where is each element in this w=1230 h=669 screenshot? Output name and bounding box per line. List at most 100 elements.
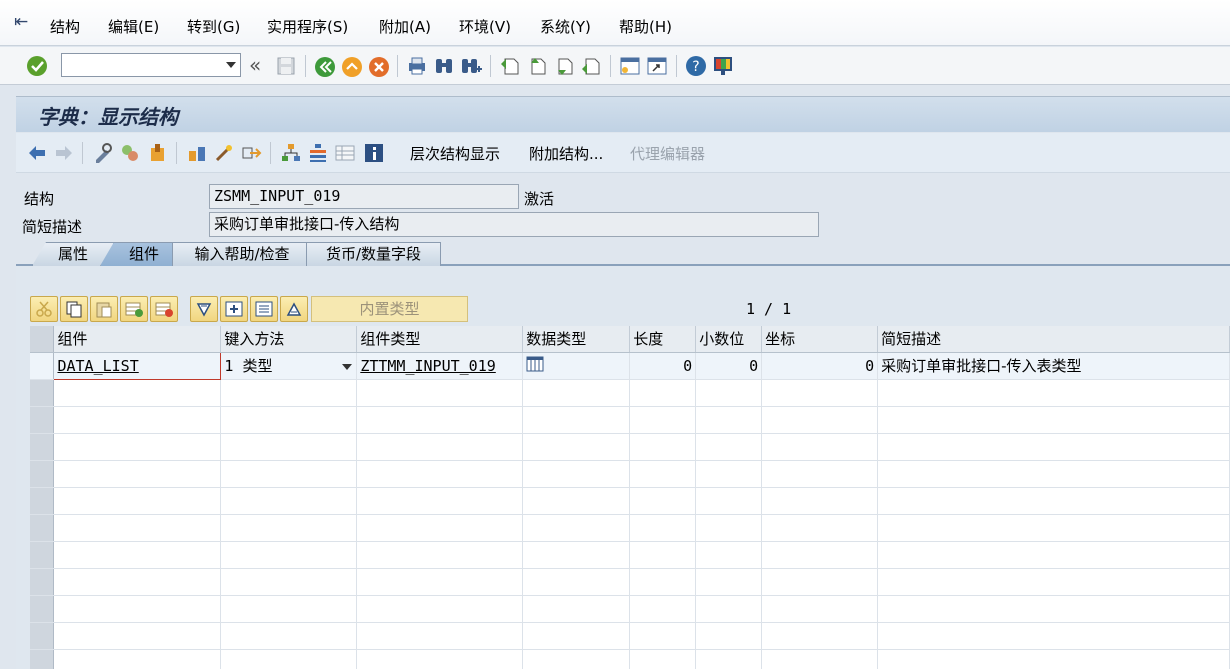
empty-cell[interactable] (877, 541, 1230, 569)
cancel-icon[interactable] (368, 56, 390, 78)
empty-cell[interactable] (761, 433, 879, 461)
empty-cell[interactable] (53, 433, 222, 461)
empty-cell[interactable] (356, 649, 524, 669)
empty-cell[interactable] (877, 514, 1230, 542)
empty-cell[interactable] (695, 595, 763, 623)
collapse-icon[interactable]: « (249, 55, 271, 77)
row-selector[interactable] (30, 352, 55, 380)
empty-cell[interactable] (53, 649, 222, 669)
customize-layout-icon[interactable] (712, 55, 734, 77)
empty-cell[interactable] (220, 622, 358, 650)
column-header-typing-method[interactable]: 键入方法 (220, 326, 358, 353)
empty-cell[interactable] (356, 379, 524, 407)
row-selector[interactable] (30, 460, 55, 488)
empty-cell[interactable] (761, 406, 879, 434)
info-icon[interactable] (363, 142, 385, 164)
command-field[interactable] (61, 53, 241, 77)
empty-cell[interactable] (877, 622, 1230, 650)
empty-cell[interactable] (695, 487, 763, 515)
new-session-icon[interactable] (619, 55, 641, 77)
table-row-empty[interactable] (30, 649, 1230, 669)
empty-cell[interactable] (53, 460, 222, 488)
paste-icon[interactable] (90, 296, 118, 322)
empty-cell[interactable] (522, 595, 631, 623)
component-name-cell[interactable]: DATA_LIST (53, 351, 222, 380)
empty-cell[interactable] (761, 622, 879, 650)
check-icon[interactable] (146, 142, 168, 164)
row-selector[interactable] (30, 514, 55, 542)
empty-cell[interactable] (761, 379, 879, 407)
shortcut-icon[interactable] (646, 55, 668, 77)
empty-cell[interactable] (356, 460, 524, 488)
sort-down-icon[interactable] (190, 296, 218, 322)
empty-cell[interactable] (695, 568, 763, 596)
row-selector-header[interactable] (30, 326, 55, 353)
menu-structure[interactable]: 结构 (50, 16, 80, 38)
insert-row-icon[interactable] (120, 296, 148, 322)
empty-cell[interactable] (695, 379, 763, 407)
empty-cell[interactable] (53, 406, 222, 434)
back-arrow-icon[interactable] (26, 142, 48, 164)
empty-cell[interactable] (356, 622, 524, 650)
empty-cell[interactable] (629, 460, 697, 488)
copy-icon[interactable] (60, 296, 88, 322)
empty-cell[interactable] (53, 487, 222, 515)
menu-goto[interactable]: 转到(G) (187, 16, 240, 38)
row-selector[interactable] (30, 595, 55, 623)
empty-cell[interactable] (877, 433, 1230, 461)
prev-page-icon[interactable] (526, 55, 548, 77)
tab-input-help[interactable]: 输入帮助/检查 (172, 242, 312, 266)
empty-cell[interactable] (220, 568, 358, 596)
table-row-empty[interactable] (30, 379, 1230, 407)
empty-cell[interactable] (695, 622, 763, 650)
next-page-icon[interactable] (553, 55, 575, 77)
system-menu-icon[interactable]: ⇤ (14, 14, 34, 31)
empty-cell[interactable] (220, 433, 358, 461)
table-row-empty[interactable] (30, 433, 1230, 461)
table-row-empty[interactable] (30, 568, 1230, 596)
row-selector[interactable] (30, 379, 55, 407)
row-selector[interactable] (30, 433, 55, 461)
empty-cell[interactable] (877, 595, 1230, 623)
menu-extras[interactable]: 附加(A) (379, 16, 431, 38)
row-selector[interactable] (30, 568, 55, 596)
menu-system[interactable]: 系统(Y) (540, 16, 591, 38)
empty-cell[interactable] (522, 460, 631, 488)
hierarchy-icon[interactable] (280, 142, 302, 164)
empty-cell[interactable] (356, 406, 524, 434)
empty-cell[interactable] (220, 460, 358, 488)
empty-cell[interactable] (761, 649, 879, 669)
empty-cell[interactable] (53, 568, 222, 596)
empty-cell[interactable] (53, 541, 222, 569)
empty-cell[interactable] (695, 649, 763, 669)
exit-icon[interactable] (341, 56, 363, 78)
empty-cell[interactable] (522, 568, 631, 596)
empty-cell[interactable] (220, 649, 358, 669)
row-selector[interactable] (30, 541, 55, 569)
navigate-icon[interactable] (240, 142, 262, 164)
table-row-empty[interactable] (30, 460, 1230, 488)
empty-cell[interactable] (761, 460, 879, 488)
empty-cell[interactable] (53, 622, 222, 650)
empty-cell[interactable] (522, 379, 631, 407)
print-icon[interactable] (406, 55, 428, 77)
activate-icon[interactable] (186, 142, 208, 164)
enter-icon[interactable] (26, 55, 48, 77)
column-header-component-type[interactable]: 组件类型 (356, 326, 524, 353)
empty-cell[interactable] (761, 514, 879, 542)
builtin-type-button[interactable]: 内置类型 (311, 296, 468, 322)
empty-cell[interactable] (877, 460, 1230, 488)
table-type-icon[interactable] (526, 356, 544, 376)
component-type-link[interactable]: ZTTMM_INPUT_019 (356, 352, 524, 380)
empty-cell[interactable] (53, 379, 222, 407)
table-row-empty[interactable] (30, 487, 1230, 515)
empty-cell[interactable] (522, 406, 631, 434)
empty-cell[interactable] (220, 595, 358, 623)
empty-cell[interactable] (356, 568, 524, 596)
select-all-icon[interactable] (220, 296, 248, 322)
sort-up-icon[interactable] (280, 296, 308, 322)
forward-arrow-icon[interactable] (53, 142, 75, 164)
empty-cell[interactable] (877, 406, 1230, 434)
empty-cell[interactable] (522, 487, 631, 515)
empty-cell[interactable] (220, 541, 358, 569)
